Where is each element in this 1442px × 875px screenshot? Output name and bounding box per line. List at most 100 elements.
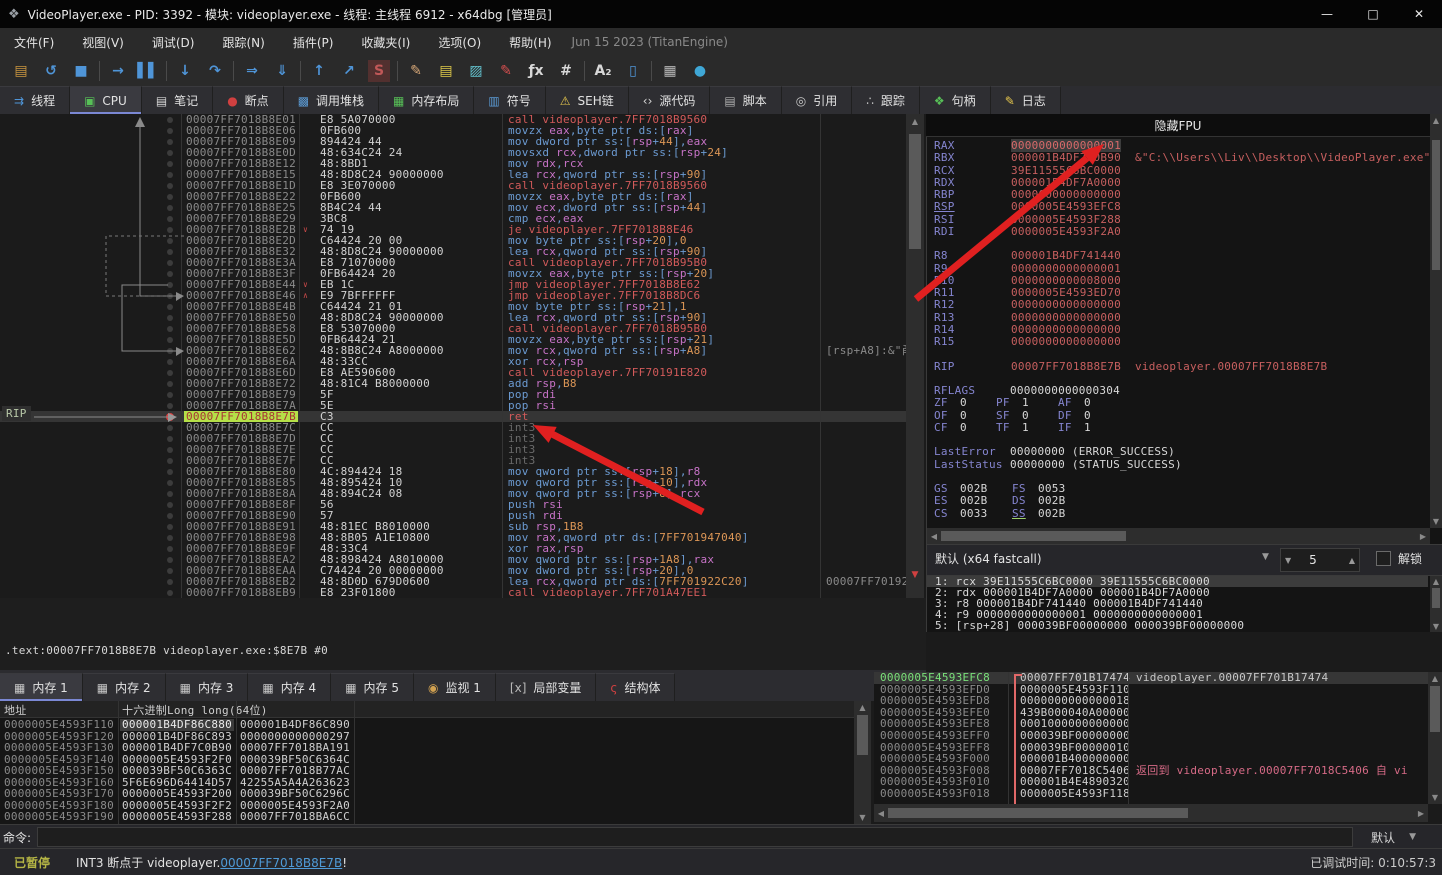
- disasm-row[interactable]: 00007FF7018B8E01E8 5A070000call videopla…: [0, 114, 906, 125]
- column-divider[interactable]: [820, 114, 821, 598]
- register-line[interactable]: CF0TF1IF1: [934, 422, 1430, 434]
- disasm-row[interactable]: 00007FF7018B8E2B∨74 19je videoplayer.7FF…: [0, 224, 906, 235]
- tab-脚本[interactable]: ▤脚本: [710, 86, 781, 114]
- disasm-row[interactable]: 00007FF7018B8EB9E8 23F01800call videopla…: [0, 587, 906, 598]
- disasm-row[interactable]: 00007FF7018B8E5D0FB64424 21movzx eax,byt…: [0, 334, 906, 345]
- disasm-row[interactable]: 00007FF7018B8E2DC64424 20 00mov byte ptr…: [0, 235, 906, 246]
- tab-笔记[interactable]: ▤笔记: [142, 86, 213, 114]
- row-dot[interactable]: [167, 205, 173, 211]
- dump-vertical-scrollbar[interactable]: ▲ ▼: [854, 701, 871, 824]
- registers-vertical-scrollbar[interactable]: ▲ ▼: [1430, 114, 1442, 528]
- stack-vertical-scrollbar[interactable]: ▲ ▼: [1428, 672, 1442, 804]
- row-dot[interactable]: [167, 139, 173, 145]
- breakpoint-address-link[interactable]: 00007FF7018B8E7B: [220, 856, 342, 870]
- skip-icon[interactable]: S: [368, 60, 390, 82]
- row-dot[interactable]: [167, 546, 173, 552]
- row-dot[interactable]: [167, 282, 173, 288]
- disasm-row[interactable]: 00007FF7018B8E3F0FB64424 20movzx eax,byt…: [0, 268, 906, 279]
- column-divider[interactable]: [181, 114, 182, 598]
- disasm-row[interactable]: 00007FF7018B8EA248:898424 A8010000mov qw…: [0, 554, 906, 565]
- menu-item[interactable]: 帮助(H): [495, 28, 565, 56]
- row-dot[interactable]: [167, 447, 173, 453]
- tab-线程[interactable]: ⇉线程: [0, 86, 70, 114]
- register-line[interactable]: R110000005E4593ED70: [934, 287, 1430, 299]
- scrollbar-thumb[interactable]: [941, 531, 1126, 541]
- comment-icon[interactable]: ▤: [431, 58, 461, 84]
- tab-内存 1[interactable]: ▦内存 1: [0, 673, 83, 701]
- tab-监视 1[interactable]: ◉监视 1: [414, 673, 496, 701]
- tab-源代码[interactable]: ‹›源代码: [629, 86, 711, 114]
- disasm-row[interactable]: 00007FF7018B8E9F48:33C4xor rax,rsp: [0, 543, 906, 554]
- scroll-up-icon[interactable]: ▲: [1428, 674, 1442, 683]
- row-dot[interactable]: [167, 568, 173, 574]
- register-line[interactable]: R90000000000000001: [934, 263, 1430, 275]
- globe-icon[interactable]: ●: [685, 58, 715, 84]
- row-dot[interactable]: [167, 150, 173, 156]
- row-dot[interactable]: [167, 403, 173, 409]
- breakpoint-dot[interactable]: [166, 413, 174, 421]
- row-dot[interactable]: [167, 227, 173, 233]
- row-dot[interactable]: [167, 425, 173, 431]
- register-line[interactable]: RBX000001B4DF7C0B90&"C:\\Users\\Liv\\Des…: [934, 152, 1430, 164]
- menu-item[interactable]: 调试(D): [138, 28, 209, 56]
- stack-row[interactable]: 0000005E4593EFF0000039BF00000000: [874, 730, 1428, 742]
- scroll-up-icon[interactable]: ▲: [1430, 116, 1442, 125]
- scrollbar-thumb[interactable]: [909, 134, 921, 249]
- assemble-icon[interactable]: ✎: [401, 58, 431, 84]
- scroll-left-icon[interactable]: ◀: [876, 809, 886, 818]
- register-line[interactable]: R150000000000000000: [934, 336, 1430, 348]
- row-dot[interactable]: [167, 480, 173, 486]
- column-divider[interactable]: [299, 114, 300, 598]
- register-line[interactable]: RIP00007FF7018B8E7Bvideoplayer.00007FF70…: [934, 361, 1430, 373]
- disasm-row[interactable]: 00007FF7018B8E804C:894424 18mov qword pt…: [0, 466, 906, 477]
- disasm-row[interactable]: 00007FF7018B8E795Fpop rdi: [0, 389, 906, 400]
- chevron-down-icon[interactable]: ▼: [1262, 552, 1269, 562]
- row-dot[interactable]: [167, 502, 173, 508]
- dump-col-hex[interactable]: 十六进制Long long(64位): [122, 702, 268, 718]
- row-dot[interactable]: [167, 491, 173, 497]
- scroll-up-icon[interactable]: ▲: [906, 117, 924, 126]
- scrollbar-thumb[interactable]: [888, 808, 1188, 818]
- step-down-icon[interactable]: ⇓: [267, 58, 297, 84]
- row-dot[interactable]: [167, 337, 173, 343]
- scroll-up-icon[interactable]: ▲: [1430, 577, 1442, 586]
- tab-内存 3[interactable]: ▦内存 3: [166, 673, 249, 701]
- dump-rows[interactable]: 0000005E4593F110000001B4DF86C880000001B4…: [0, 719, 854, 823]
- row-dot[interactable]: [167, 216, 173, 222]
- tab-引用[interactable]: ◎引用: [782, 86, 853, 114]
- arg-count-stepper[interactable]: ▼ 5 ▲: [1280, 548, 1360, 572]
- dump-row[interactable]: 0000005E4593F1900000005E4593F28800007FF7…: [0, 811, 854, 823]
- register-line[interactable]: LastError00000000 (ERROR_SUCCESS): [934, 446, 1430, 458]
- tab-调用堆栈[interactable]: ▩调用堆栈: [284, 86, 379, 114]
- tab-符号[interactable]: ▥符号: [474, 86, 545, 114]
- menu-item[interactable]: 视图(V): [68, 28, 138, 56]
- row-dot[interactable]: [167, 238, 173, 244]
- row-dot[interactable]: [167, 326, 173, 332]
- disasm-row[interactable]: 00007FF7018B8E060FB600movzx eax,byte ptr…: [0, 125, 906, 136]
- tab-内存布局[interactable]: ▦内存布局: [379, 86, 474, 114]
- run-to-cursor-icon[interactable]: ⇒: [237, 58, 267, 84]
- stack-row[interactable]: 0000005E4593EFC800007FF701B17474videopla…: [874, 672, 1428, 684]
- register-line[interactable]: R120000000000000000: [934, 299, 1430, 311]
- register-line[interactable]: RCX39E11555C6BC0000: [934, 165, 1430, 177]
- tab-CPU[interactable]: ▣CPU: [70, 86, 142, 114]
- scroll-left-icon[interactable]: ◀: [929, 532, 939, 541]
- row-dot[interactable]: [167, 183, 173, 189]
- disasm-row[interactable]: 00007FF7018B8E44∨EB 1Cjmp videoplayer.7F…: [0, 279, 906, 290]
- disasm-row[interactable]: 00007FF7018B8E6A48:33CCxor rcx,rsp: [0, 356, 906, 367]
- disasm-row[interactable]: 00007FF7018B8E5048:8D8C24 90000000lea rc…: [0, 312, 906, 323]
- patch-file-icon[interactable]: ✎: [491, 58, 521, 84]
- disasm-row[interactable]: 00007FF7018B8E46∧E9 7BFFFFFFjmp videopla…: [0, 290, 906, 301]
- stop-icon[interactable]: ■: [66, 58, 96, 84]
- menu-item[interactable]: 文件(F): [0, 28, 68, 56]
- run-icon[interactable]: →: [103, 58, 133, 84]
- register-line[interactable]: LastStatus00000000 (STATUS_SUCCESS): [934, 459, 1430, 471]
- row-dot[interactable]: [167, 348, 173, 354]
- dump-row[interactable]: 0000005E4593F130000001B4DF7C0B9000007FF7…: [0, 742, 854, 754]
- register-line[interactable]: RBP0000000000000000: [934, 189, 1430, 201]
- disasm-row[interactable]: 00007FF7018B8E258B4C24 44mov ecx,dword p…: [0, 202, 906, 213]
- register-line[interactable]: CS0033SS002B: [934, 508, 1430, 520]
- dump-col-address[interactable]: 地址: [4, 702, 27, 718]
- chevron-down-icon[interactable]: ▼: [1409, 832, 1416, 842]
- row-dot[interactable]: [167, 513, 173, 519]
